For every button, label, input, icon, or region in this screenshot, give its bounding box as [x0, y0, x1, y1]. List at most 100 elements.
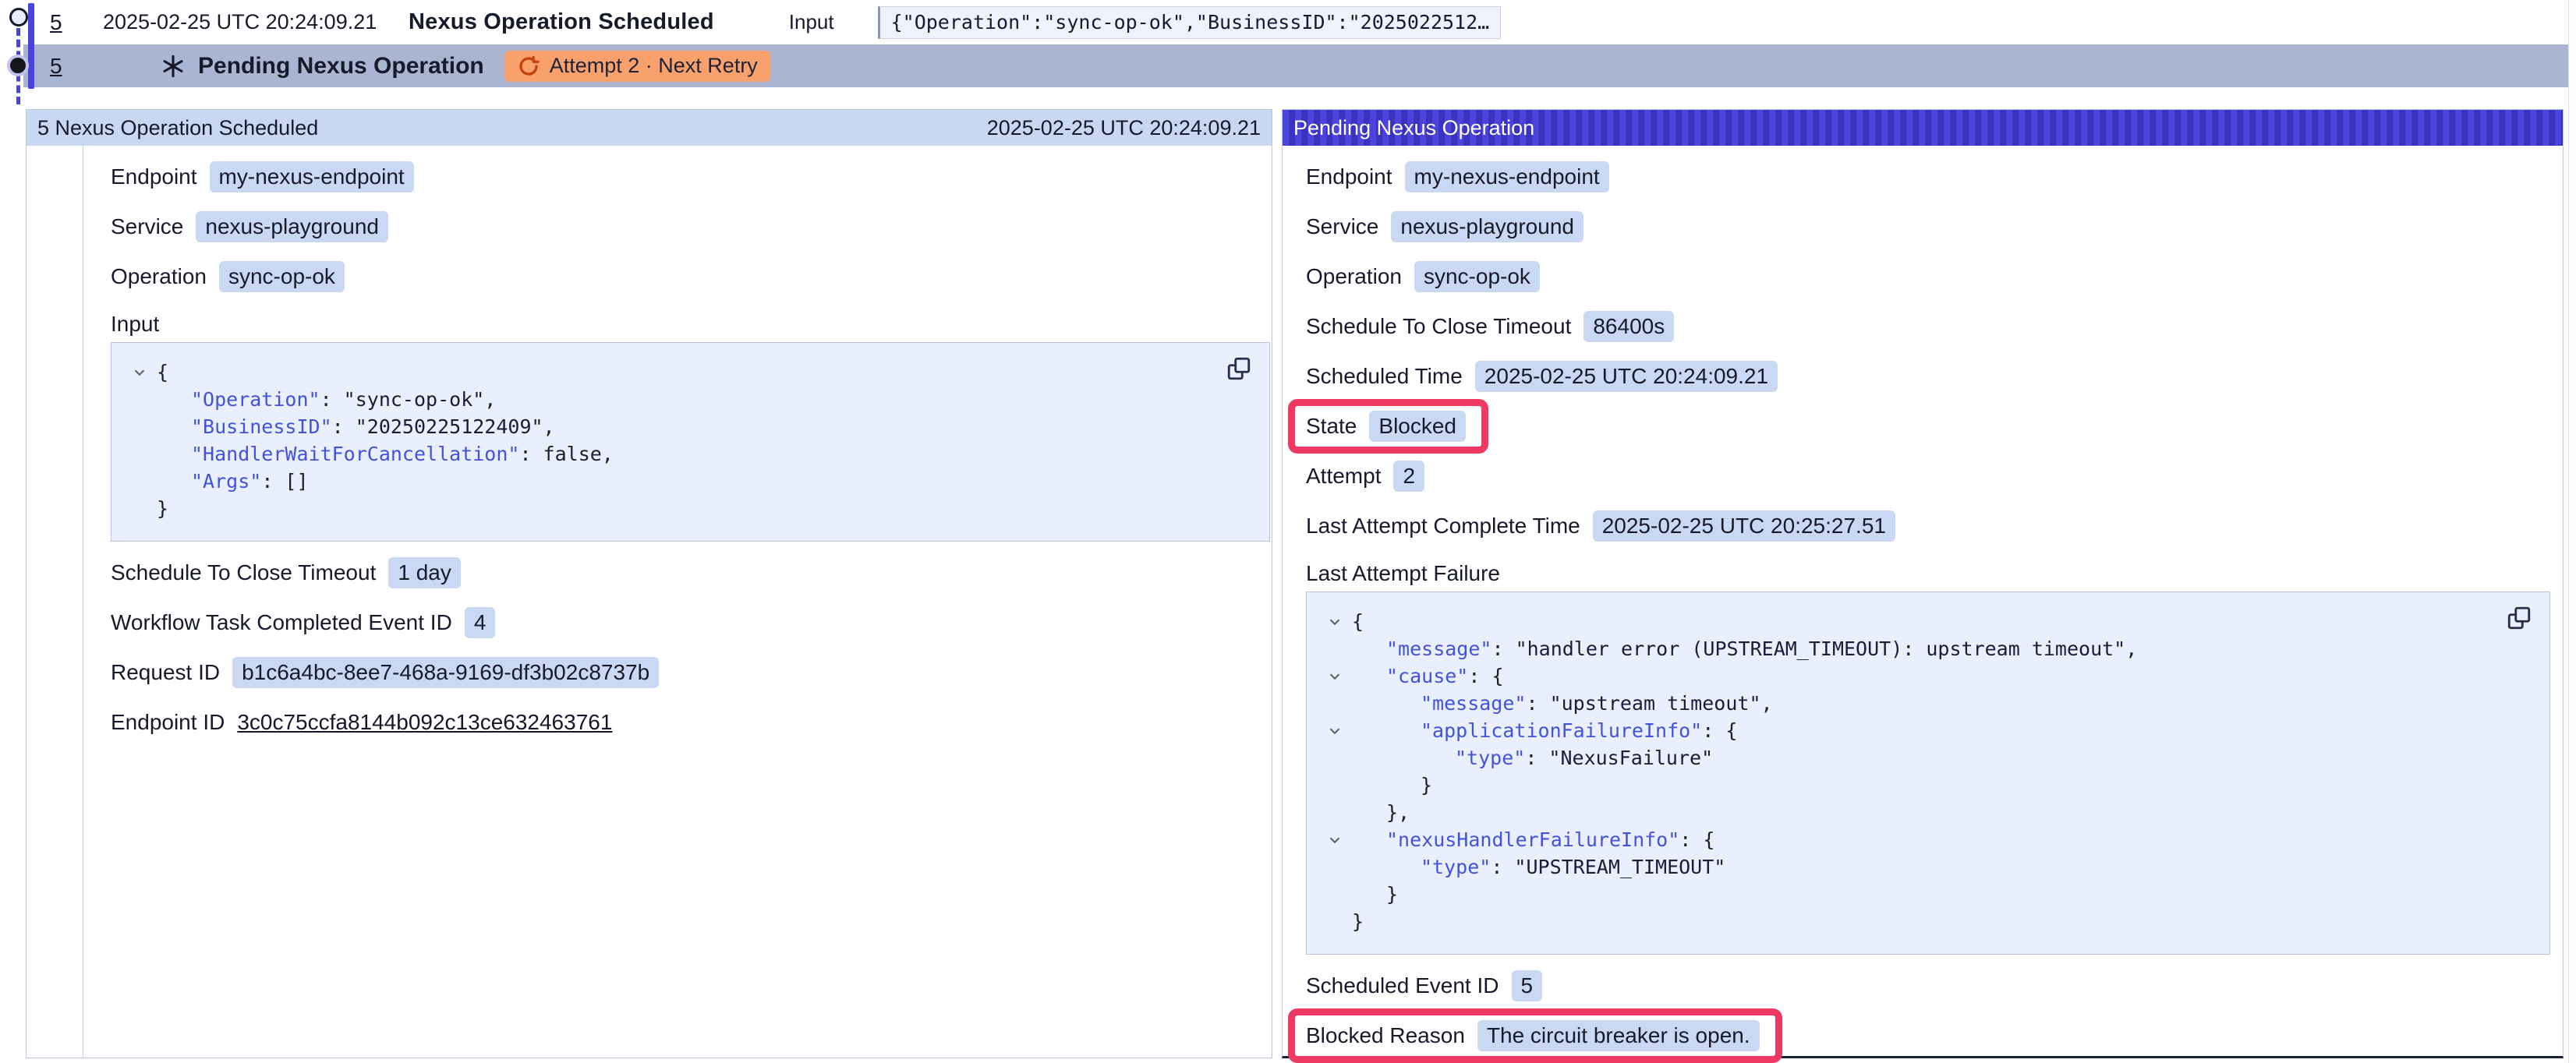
json-text: "type": "NexusFailure"	[1352, 744, 1713, 772]
json-text: "type": "UPSTREAM_TIMEOUT"	[1352, 853, 1725, 881]
scheduled-event-panel-body: Endpointmy-nexus-endpointServicenexus-pl…	[83, 146, 1272, 1058]
field-row-operation: Operationsync-op-ok	[1306, 252, 2550, 302]
field-row-blocked-reason: Blocked ReasonThe circuit breaker is ope…	[1306, 1011, 2550, 1061]
chevron-down-icon[interactable]	[1318, 826, 1352, 853]
event-detail-panels: 5 Nexus Operation Scheduled 2025-02-25 U…	[0, 109, 2576, 1058]
field-label: Endpoint ID	[111, 710, 225, 735]
json-text: "HandlerWaitForCancellation": false,	[157, 440, 614, 468]
json-line: "cause": {	[1318, 662, 2534, 690]
gutter-spacer	[122, 386, 157, 413]
json-text: "message": "upstream timeout",	[1352, 690, 1773, 717]
event-title: Nexus Operation Scheduled	[409, 9, 714, 35]
copy-icon[interactable]	[1226, 355, 1252, 384]
input-section-label: Input	[111, 306, 1270, 342]
event-id-link[interactable]: 5	[50, 10, 73, 35]
json-text: "applicationFailureInfo": {	[1352, 717, 1737, 744]
json-text: "Operation": "sync-op-ok",	[157, 386, 496, 413]
field-row-schedule-to-close-timeout: Schedule To Close Timeout1 day	[111, 548, 1270, 598]
panel-title: 5 Nexus Operation Scheduled	[37, 116, 318, 140]
json-line: "HandlerWaitForCancellation": false,	[122, 440, 1254, 468]
json-line: "Operation": "sync-op-ok",	[122, 386, 1254, 413]
json-line: "applicationFailureInfo": {	[1318, 717, 2534, 744]
event-input-preview-chip[interactable]: {"Operation":"sync-op-ok","BusinessID":"…	[878, 6, 1502, 39]
field-value-link[interactable]: 3c0c75ccfa8144b092c13ce632463761	[237, 710, 612, 735]
field-row-attempt: Attempt 2	[1306, 451, 2550, 501]
input-json-block: {"Operation": "sync-op-ok","BusinessID":…	[111, 342, 1270, 542]
pending-event-id-link[interactable]: 5	[50, 54, 73, 79]
json-text: }	[1352, 908, 1364, 935]
field-value-badge: sync-op-ok	[219, 261, 345, 292]
field-row-endpoint: Endpointmy-nexus-endpoint	[1306, 152, 2550, 202]
json-text: "nexusHandlerFailureInfo": {	[1352, 826, 1714, 853]
gutter-spacer	[1318, 853, 1352, 881]
field-label: State	[1306, 414, 1357, 439]
chevron-down-icon[interactable]	[1318, 608, 1352, 635]
event-row-nexus-operation-scheduled[interactable]: 5 2025-02-25 UTC 20:24:09.21 Nexus Opera…	[0, 0, 2568, 44]
field-value-badge: b1c6a4bc-8ee7-468a-9169-df3b02c8737b	[232, 657, 659, 688]
field-label: Service	[111, 214, 183, 239]
gutter-spacer	[122, 495, 157, 522]
json-line: {	[122, 358, 1254, 386]
event-row-pending-nexus-operation[interactable]: 5 Pending Nexus Operation Attempt 2 · Ne…	[23, 44, 2568, 87]
field-value-badge: 2025-02-25 UTC 20:25:27.51	[1593, 510, 1895, 542]
json-line: "type": "UPSTREAM_TIMEOUT"	[1318, 853, 2534, 881]
last-attempt-failure-label: Last Attempt Failure	[1306, 556, 2550, 592]
field-row-schedule-to-close-timeout: Schedule To Close Timeout 86400s	[1306, 302, 2550, 351]
field-value-badge: Blocked	[1369, 411, 1466, 442]
gutter-spacer	[1318, 881, 1352, 908]
field-value-badge: 2	[1393, 461, 1424, 492]
json-text: {	[1352, 608, 1364, 635]
gutter-spacer	[1318, 772, 1352, 799]
field-value-badge: 5	[1512, 970, 1543, 1001]
chevron-down-icon[interactable]	[1318, 662, 1352, 690]
field-label: Schedule To Close Timeout	[111, 560, 376, 585]
gutter-spacer	[1318, 635, 1352, 662]
scrollbar-track[interactable]	[2568, 0, 2576, 1063]
field-row-endpoint: Endpointmy-nexus-endpoint	[111, 152, 1270, 202]
attempt-retry-badge: Attempt 2 · Next Retry	[504, 51, 770, 82]
json-line: "message": "upstream timeout",	[1318, 690, 2534, 717]
field-row-workflow-task-completed-event-id: Workflow Task Completed Event ID4	[111, 598, 1270, 648]
field-label: Operation	[1306, 264, 1402, 289]
json-line: }	[1318, 881, 2534, 908]
json-text: "BusinessID": "20250225122409",	[157, 413, 555, 440]
field-label: Attempt	[1306, 464, 1381, 489]
event-timestamp: 2025-02-25 UTC 20:24:09.21	[103, 10, 409, 34]
json-text: }	[1352, 772, 1432, 799]
asterisk-icon	[161, 54, 186, 79]
chevron-down-icon[interactable]	[1318, 717, 1352, 744]
json-line: "Args": []	[122, 468, 1254, 495]
field-value-badge: The circuit breaker is open.	[1477, 1020, 1760, 1051]
json-line: "BusinessID": "20250225122409",	[122, 413, 1254, 440]
field-label: Endpoint	[111, 164, 197, 189]
copy-icon[interactable]	[2506, 605, 2532, 634]
pending-operation-panel: Pending Nexus Operation Endpointmy-nexus…	[1282, 109, 2564, 1058]
json-text: "cause": {	[1352, 662, 1504, 690]
panel-title: Pending Nexus Operation	[1293, 116, 1534, 140]
field-label: Endpoint	[1306, 164, 1392, 189]
gutter-spacer	[122, 468, 157, 495]
field-row-operation: Operation sync-op-ok	[111, 252, 1270, 302]
field-row-request-id: Request ID b1c6a4bc-8ee7-468a-9169-df3b02…	[111, 648, 1270, 697]
json-text: },	[1352, 799, 1410, 826]
event-history-rows: 5 2025-02-25 UTC 20:24:09.21 Nexus Opera…	[0, 0, 2568, 87]
gutter-spacer	[1318, 690, 1352, 717]
failure-json-block: {"message": "handler error (UPSTREAM_TIM…	[1306, 592, 2550, 955]
field-label: Schedule To Close Timeout	[1306, 314, 1571, 339]
field-value-badge: nexus-playground	[1391, 211, 1583, 242]
field-row-endpoint-id: Endpoint ID 3c0c75ccfa8144b092c13ce632463…	[111, 697, 1270, 747]
field-label: Workflow Task Completed Event ID	[111, 610, 452, 635]
field-label: Last Attempt Complete Time	[1306, 514, 1580, 539]
chevron-down-icon[interactable]	[122, 358, 157, 386]
annotation-highlight-box: State Blocked	[1288, 399, 1488, 454]
field-row-state: State Blocked	[1306, 401, 2550, 451]
json-text: "message": "handler error (UPSTREAM_TIME…	[1352, 635, 2137, 662]
scheduled-event-panel-header: 5 Nexus Operation Scheduled 2025-02-25 U…	[27, 110, 1272, 146]
gutter-spacer	[1318, 908, 1352, 935]
field-value-badge: 86400s	[1583, 311, 1674, 342]
field-label: Request ID	[111, 660, 220, 685]
gutter-spacer	[1318, 799, 1352, 826]
json-line: }	[1318, 772, 2534, 799]
field-label: Service	[1306, 214, 1378, 239]
field-label: Operation	[111, 264, 207, 289]
